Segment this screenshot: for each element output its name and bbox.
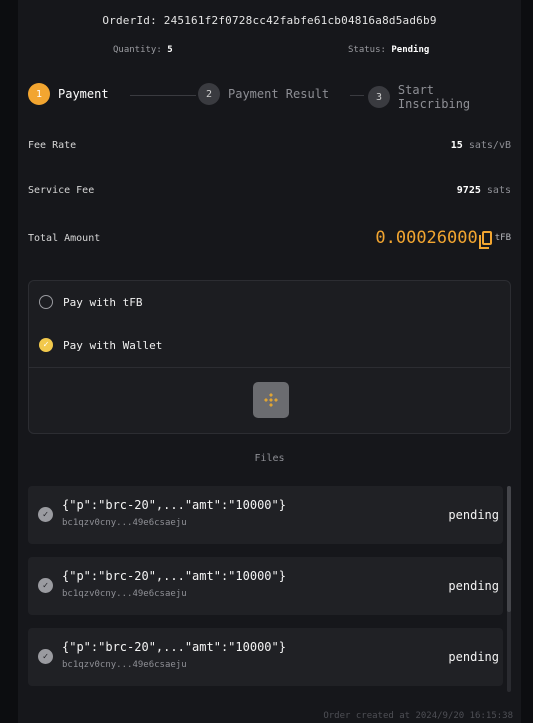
pay-with-tfb-label: Pay with tFB [63, 295, 143, 309]
quantity-label: Quantity: [113, 45, 162, 55]
pay-with-wallet-label: Pay with Wallet [63, 338, 163, 352]
divider [29, 367, 510, 368]
pay-with-wallet-option[interactable]: ✓ Pay with Wallet [39, 338, 162, 352]
files-scrollbar[interactable] [507, 486, 511, 692]
radio-checked-icon[interactable]: ✓ [39, 338, 53, 352]
wallet-connect-button[interactable] [253, 382, 289, 418]
step-number: 1 [28, 83, 50, 105]
step-label: Payment [58, 87, 109, 101]
radio-unchecked-icon[interactable] [39, 295, 53, 309]
step-number: 2 [198, 83, 220, 105]
step-connector [350, 95, 364, 96]
order-panel: OrderId: 245161f2f0728cc42fabfe61cb04816… [18, 0, 521, 723]
status-label: Status: [348, 45, 386, 55]
step-payment: 1 Payment [28, 83, 109, 105]
file-name: {"p":"brc-20",..."amt":"10000"} [62, 640, 286, 654]
file-status: pending [448, 508, 499, 522]
file-item[interactable]: ✓ {"p":"brc-20",..."amt":"10000"} bc1qzv… [28, 557, 503, 615]
quantity-info: Quantity: 5 [113, 45, 173, 55]
fee-rate-row: Fee Rate 15 sats/vB [28, 140, 511, 151]
status-value: Pending [391, 45, 430, 55]
file-name: {"p":"brc-20",..."amt":"10000"} [62, 498, 286, 512]
status-info: Status: Pending [348, 45, 429, 55]
check-circle-icon: ✓ [38, 578, 53, 593]
scrollbar-thumb[interactable] [507, 486, 511, 612]
order-id: OrderId: 245161f2f0728cc42fabfe61cb04816… [102, 14, 437, 27]
fee-rate-label: Fee Rate [28, 140, 77, 151]
quantity-value: 5 [167, 45, 173, 55]
service-fee-row: Service Fee 9725 sats [28, 185, 511, 196]
step-label: Payment Result [228, 87, 330, 101]
check-circle-icon: ✓ [38, 649, 53, 664]
total-amount-row: Total Amount 0.00026000 tFB [28, 228, 511, 249]
file-status: pending [448, 579, 499, 593]
step-label: Start Inscribing [397, 83, 471, 111]
fee-rate-value: 15 sats/vB [450, 140, 511, 151]
payment-method-box: Pay with tFB ✓ Pay with Wallet [28, 280, 511, 434]
order-created-timestamp: Order created at 2024/9/20 16:15:38 [323, 711, 513, 721]
pay-with-tfb-option[interactable]: Pay with tFB [39, 295, 142, 309]
total-amount-value: 0.00026000 tFB [375, 228, 511, 249]
file-address: bc1qzv0cny...49e6csaeju [62, 660, 187, 670]
copy-icon[interactable] [478, 231, 492, 249]
wallet-logo-icon [264, 393, 278, 407]
file-item[interactable]: ✓ {"p":"brc-20",..."amt":"10000"} bc1qzv… [28, 486, 503, 544]
file-address: bc1qzv0cny...49e6csaeju [62, 518, 187, 528]
step-connector [130, 95, 196, 96]
files-heading: Files [254, 453, 285, 464]
file-item[interactable]: ✓ {"p":"brc-20",..."amt":"10000"} bc1qzv… [28, 628, 503, 686]
step-payment-result: 2 Payment Result [198, 83, 329, 105]
file-name: {"p":"brc-20",..."amt":"10000"} [62, 569, 286, 583]
file-address: bc1qzv0cny...49e6csaeju [62, 589, 187, 599]
service-fee-value: 9725 sats [456, 185, 511, 196]
progress-steps: 1 Payment 2 Payment Result 3 Start Inscr… [28, 83, 513, 111]
step-start-inscribing: 3 Start Inscribing [368, 83, 513, 111]
check-circle-icon: ✓ [38, 507, 53, 522]
file-status: pending [448, 650, 499, 664]
step-number: 3 [368, 86, 390, 108]
total-amount-label: Total Amount [28, 232, 101, 244]
service-fee-label: Service Fee [28, 185, 95, 196]
